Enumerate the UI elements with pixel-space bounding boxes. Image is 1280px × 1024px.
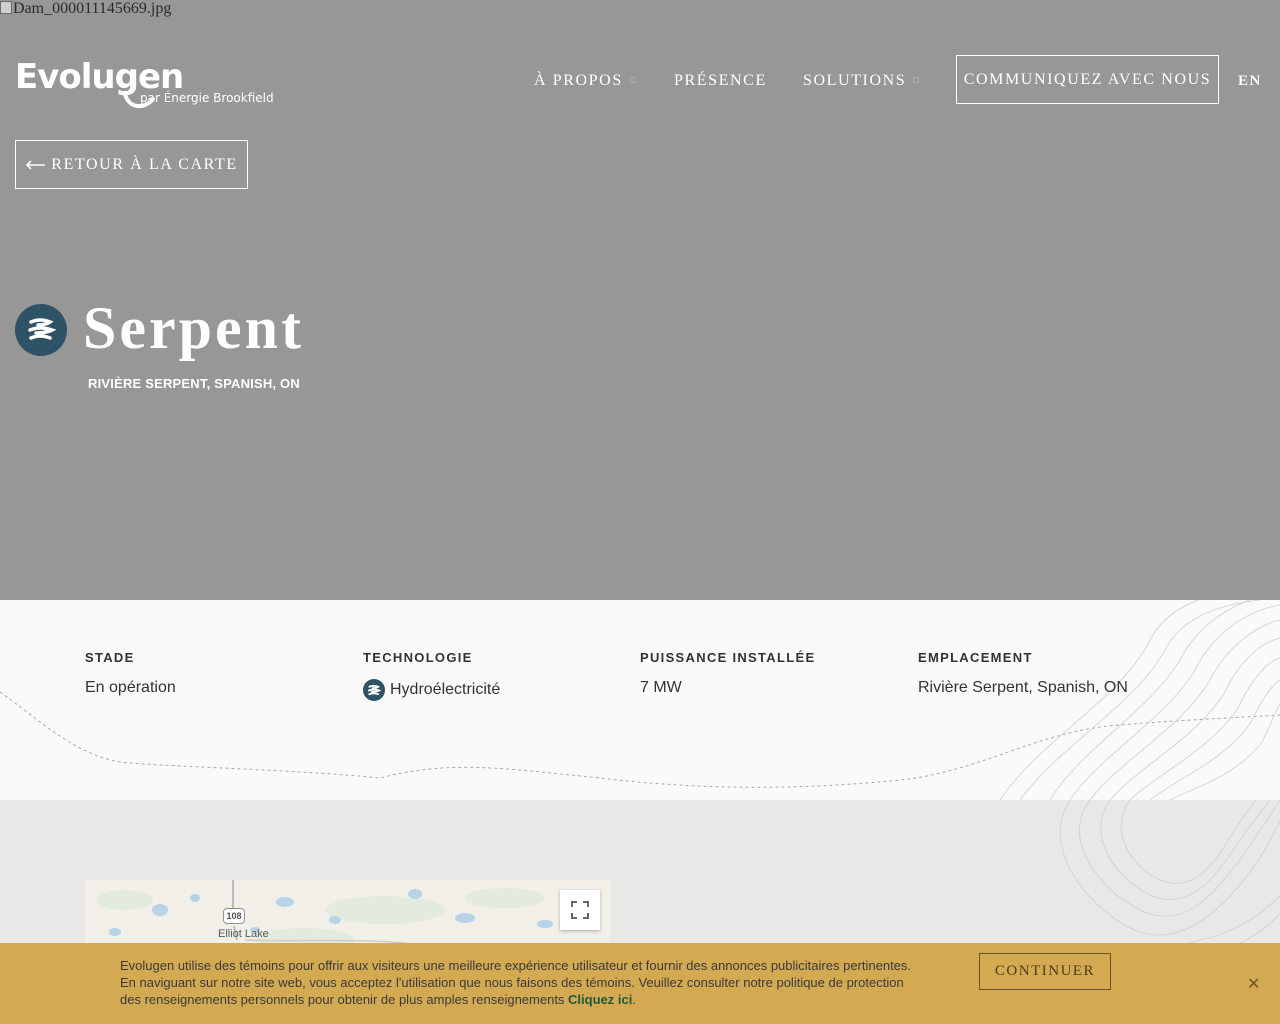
nav-item-solutions[interactable]: SOLUTIONS □: [803, 72, 920, 90]
nav-item-presence[interactable]: PRÉSENCE: [674, 72, 767, 90]
fact-label: PUISSANCE INSTALLÉE: [640, 650, 816, 665]
project-location-subtitle: RIVIÈRE SERPENT, SPANISH, ON: [88, 376, 300, 391]
nav-item-label: À PROPOS: [534, 72, 623, 89]
hydro-waves-icon: [15, 304, 67, 356]
fullscreen-icon: [571, 901, 589, 919]
broken-image-icon: [0, 1, 12, 14]
fact-label: STADE: [85, 650, 135, 665]
chevron-down-icon: □: [913, 75, 921, 85]
topographic-pattern: [0, 600, 1280, 800]
nav-item-a-propos[interactable]: À PROPOS □: [534, 72, 637, 90]
chevron-down-icon: □: [629, 75, 637, 85]
fullscreen-button[interactable]: [560, 890, 600, 930]
language-switch[interactable]: EN: [1238, 73, 1262, 90]
hero-banner: Dam_000011145669.jpg Evolugen par Énergi…: [0, 0, 1280, 600]
fact-label: EMPLACEMENT: [918, 650, 1033, 665]
close-icon[interactable]: ✕: [1247, 974, 1260, 993]
fact-value: Rivière Serpent, Spanish, ON: [918, 679, 1128, 696]
fact-capacity: PUISSANCE INSTALLÉE 7 MW: [640, 650, 815, 697]
back-to-map-button[interactable]: RETOUR À LA CARTE: [15, 140, 248, 189]
nav-item-label: PRÉSENCE: [674, 72, 767, 89]
project-facts: STADE En opération TECHNOLOGIE Hydroélec…: [0, 600, 1280, 800]
cookie-text: Evolugen utilise des témoins pour offrir…: [120, 958, 912, 1007]
cookie-text-suffix: .: [632, 992, 636, 1007]
arrow-left-icon: [26, 159, 46, 170]
hydro-waves-icon: [363, 679, 385, 701]
fact-value: 7 MW: [640, 679, 682, 696]
main-nav: À PROPOS □ PRÉSENCE SOLUTIONS □ COMMUNIQUE…: [0, 55, 1280, 105]
back-button-label: RETOUR À LA CARTE: [51, 155, 238, 173]
hero-image: Dam_000011145669.jpg: [0, 0, 171, 18]
contact-button[interactable]: COMMUNIQUEZ AVEC NOUS: [956, 55, 1219, 104]
cookie-message: Evolugen utilise des témoins pour offrir…: [120, 957, 920, 1008]
project-title: Serpent: [83, 295, 304, 361]
hero-image-alt: Dam_000011145669.jpg: [13, 0, 172, 17]
cookie-continue-button[interactable]: CONTINUER: [979, 953, 1111, 990]
nav-item-label: SOLUTIONS: [803, 72, 907, 89]
cookie-policy-link[interactable]: Cliquez ici: [568, 992, 632, 1007]
fact-location: EMPLACEMENT Rivière Serpent, Spanish, ON: [918, 650, 1128, 697]
fact-technology: TECHNOLOGIE Hydroélectricité: [363, 650, 500, 701]
fact-value: Hydroélectricité: [390, 681, 501, 698]
map-town-label: Elliot Lake: [218, 928, 269, 940]
fact-value: En opération: [85, 679, 176, 696]
fact-label: TECHNOLOGIE: [363, 650, 473, 665]
cookie-banner: Evolugen utilise des témoins pour offrir…: [0, 943, 1280, 1024]
road-shield: 108: [223, 908, 245, 924]
fact-stage: STADE En opération: [85, 650, 176, 697]
